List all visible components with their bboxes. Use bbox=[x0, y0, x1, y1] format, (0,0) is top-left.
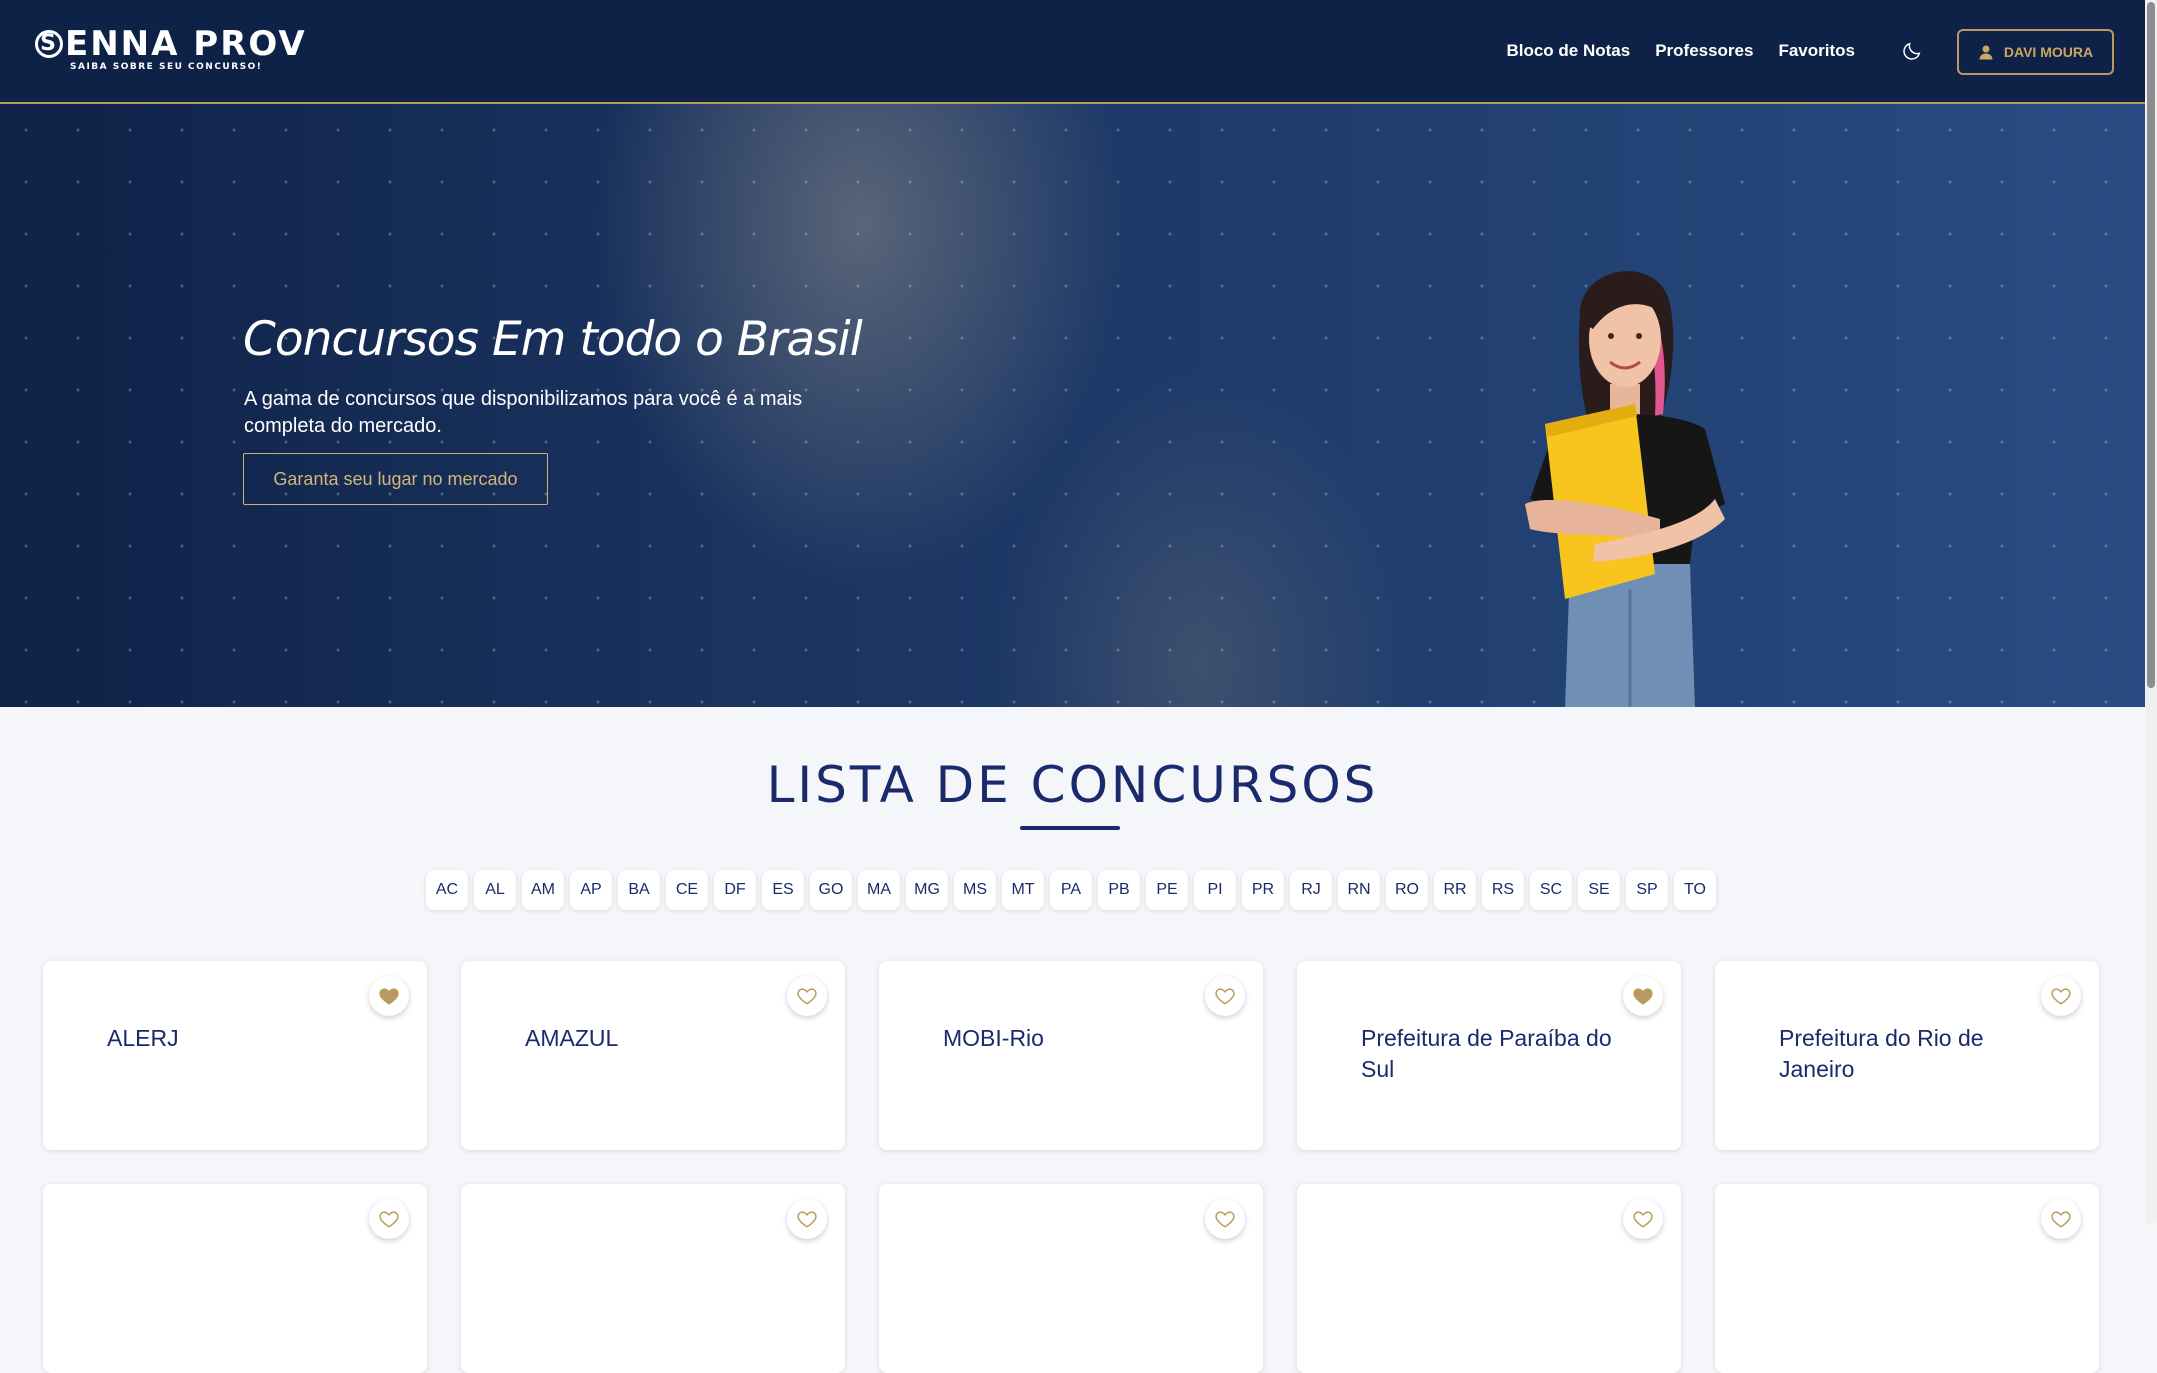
state-filter-ro[interactable]: RO bbox=[1386, 870, 1428, 910]
concurso-card-title: AMAZUL bbox=[525, 1025, 619, 1051]
state-filter-se[interactable]: SE bbox=[1578, 870, 1620, 910]
state-filter-pa[interactable]: PA bbox=[1050, 870, 1092, 910]
state-filter-am[interactable]: AM bbox=[522, 870, 564, 910]
hero-banner: Concursos Em todo o Brasil A gama de con… bbox=[0, 104, 2145, 707]
top-navbar: S ENNA PROV SAIBA SOBRE SEU CONCURSO! Bl… bbox=[0, 0, 2145, 104]
user-icon bbox=[1979, 45, 1993, 60]
state-filter-ac[interactable]: AC bbox=[426, 870, 468, 910]
favorite-button[interactable] bbox=[369, 1199, 409, 1239]
page-scrollbar[interactable] bbox=[2145, 0, 2157, 1223]
favorite-button[interactable] bbox=[787, 1199, 827, 1239]
concurso-card[interactable]: MOBI-Rio bbox=[879, 961, 1263, 1150]
concurso-card[interactable] bbox=[879, 1184, 1263, 1373]
state-filter-sc[interactable]: SC bbox=[1530, 870, 1572, 910]
concurso-card[interactable] bbox=[1715, 1184, 2099, 1373]
concurso-card[interactable]: ALERJ bbox=[43, 961, 427, 1150]
main-nav: Bloco de Notas Professores Favoritos bbox=[1506, 38, 1855, 64]
state-filter-rr[interactable]: RR bbox=[1434, 870, 1476, 910]
concurso-card[interactable]: Prefeitura do Rio de Janeiro bbox=[1715, 961, 2099, 1150]
nav-bloco-de-notas[interactable]: Bloco de Notas bbox=[1506, 38, 1630, 64]
state-filter-rj[interactable]: RJ bbox=[1290, 870, 1332, 910]
concurso-card-title: MOBI-Rio bbox=[943, 1025, 1044, 1051]
nav-favoritos[interactable]: Favoritos bbox=[1778, 38, 1855, 64]
concurso-card-title: Prefeitura do Rio de Janeiro bbox=[1779, 1025, 1984, 1082]
state-filter-go[interactable]: GO bbox=[810, 870, 852, 910]
favorite-button[interactable] bbox=[787, 976, 827, 1016]
hero-title: Concursos Em todo o Brasil bbox=[243, 312, 863, 367]
state-filter-ma[interactable]: MA bbox=[858, 870, 900, 910]
concurso-card[interactable] bbox=[43, 1184, 427, 1373]
state-filter-ms[interactable]: MS bbox=[954, 870, 996, 910]
user-name: DAVI MOURA bbox=[2003, 44, 2094, 60]
state-filter-sp[interactable]: SP bbox=[1626, 870, 1668, 910]
concurso-card[interactable]: Prefeitura de Paraíba do Sul bbox=[1297, 961, 1681, 1150]
state-filter-pe[interactable]: PE bbox=[1146, 870, 1188, 910]
scrollbar-thumb[interactable] bbox=[2147, 2, 2155, 688]
state-filter-ba[interactable]: BA bbox=[618, 870, 660, 910]
heart-icon bbox=[797, 988, 817, 1005]
logo[interactable]: S ENNA PROV SAIBA SOBRE SEU CONCURSO! bbox=[35, 26, 307, 72]
state-filter-al[interactable]: AL bbox=[474, 870, 516, 910]
state-filter-pb[interactable]: PB bbox=[1098, 870, 1140, 910]
concursos-grid: ALERJ AMAZUL MOBI-Rio Prefeitura de Paraíba… bbox=[43, 961, 2099, 1373]
state-filter-df[interactable]: DF bbox=[714, 870, 756, 910]
state-filter-pi[interactable]: PI bbox=[1194, 870, 1236, 910]
state-filter-to[interactable]: TO bbox=[1674, 870, 1716, 910]
concurso-card-title: Prefeitura de Paraíba do Sul bbox=[1361, 1025, 1612, 1082]
heart-icon bbox=[797, 1211, 817, 1228]
concurso-card-title: ALERJ bbox=[107, 1025, 179, 1051]
state-filter-ce[interactable]: CE bbox=[666, 870, 708, 910]
favorite-button[interactable] bbox=[2041, 976, 2081, 1016]
favorite-button[interactable] bbox=[369, 976, 409, 1016]
state-filter-pr[interactable]: PR bbox=[1242, 870, 1284, 910]
logo-wordmark: S ENNA PROV bbox=[35, 26, 307, 62]
heart-icon bbox=[1215, 1211, 1235, 1228]
heart-icon bbox=[2051, 988, 2071, 1005]
state-filter-mg[interactable]: MG bbox=[906, 870, 948, 910]
user-account-button[interactable]: DAVI MOURA bbox=[1957, 29, 2114, 75]
state-filter-rn[interactable]: RN bbox=[1338, 870, 1380, 910]
moon-icon[interactable] bbox=[1901, 40, 1923, 62]
favorite-button[interactable] bbox=[2041, 1199, 2081, 1239]
logo-s-mark: S bbox=[35, 30, 63, 58]
heart-icon bbox=[379, 1211, 399, 1228]
hero-woman-image bbox=[1525, 271, 1725, 707]
concurso-card[interactable] bbox=[1297, 1184, 1681, 1373]
hero-description: A gama de concursos que disponibilizamos… bbox=[244, 388, 803, 437]
hero-cta-button[interactable]: Garanta seu lugar no mercado bbox=[243, 453, 548, 505]
title-underline bbox=[1020, 826, 1120, 830]
heart-icon bbox=[1215, 988, 1235, 1005]
favorite-button[interactable] bbox=[1205, 976, 1245, 1016]
favorite-button[interactable] bbox=[1205, 1199, 1245, 1239]
logo-text: ENNA PROV bbox=[65, 24, 307, 64]
section-title: LISTA DE CONCURSOS bbox=[766, 756, 1379, 814]
state-filter-es[interactable]: ES bbox=[762, 870, 804, 910]
nav-professores[interactable]: Professores bbox=[1655, 38, 1753, 64]
state-filter-rs[interactable]: RS bbox=[1482, 870, 1524, 910]
state-filter-mt[interactable]: MT bbox=[1002, 870, 1044, 910]
heart-icon bbox=[2051, 1211, 2071, 1228]
concurso-card[interactable] bbox=[461, 1184, 845, 1373]
state-filter-ap[interactable]: AP bbox=[570, 870, 612, 910]
state-filter-bar: AC AL AM AP BA CE DF ES GO MA MG MS MT P… bbox=[426, 870, 1716, 910]
favorite-button[interactable] bbox=[1623, 976, 1663, 1016]
heart-icon bbox=[1633, 1211, 1653, 1228]
heart-icon bbox=[379, 988, 399, 1005]
favorite-button[interactable] bbox=[1623, 1199, 1663, 1239]
concurso-card[interactable]: AMAZUL bbox=[461, 961, 845, 1150]
heart-icon bbox=[1633, 988, 1653, 1005]
